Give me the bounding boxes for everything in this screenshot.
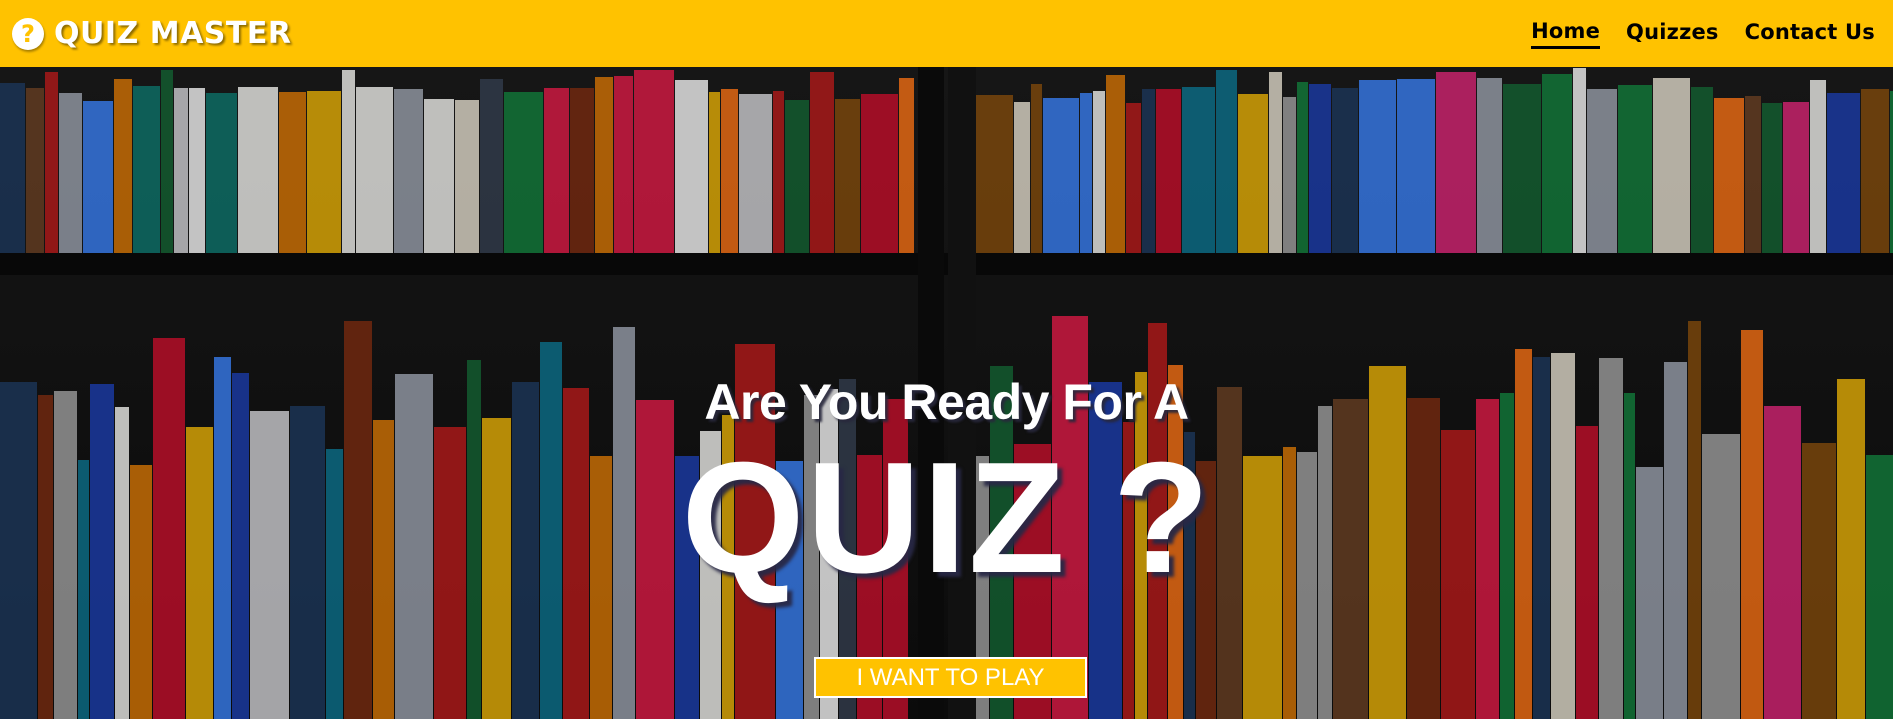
question-mark-icon: ? (12, 17, 44, 50)
hero-title: QUIZ ? (681, 430, 1212, 606)
top-navbar: ? QUIZ MASTER Home Quizzes Contact Us (0, 0, 1893, 67)
brand-name: QUIZ MASTER (54, 16, 292, 51)
nav-link-contact-us[interactable]: Contact Us (1745, 20, 1875, 47)
nav-link-quizzes[interactable]: Quizzes (1626, 20, 1719, 47)
hero-section: Are You Ready For A QUIZ ? I WANT TO PLA… (0, 67, 1893, 719)
brand-logo[interactable]: ? QUIZ MASTER (12, 16, 291, 51)
nav-links: Home Quizzes Contact Us (1531, 19, 1875, 49)
hero-content: Are You Ready For A QUIZ ? I WANT TO PLA… (0, 67, 1893, 719)
play-button[interactable]: I WANT TO PLAY (814, 657, 1087, 698)
nav-link-home[interactable]: Home (1531, 19, 1601, 49)
hero-subtitle: Are You Ready For A (704, 374, 1189, 430)
